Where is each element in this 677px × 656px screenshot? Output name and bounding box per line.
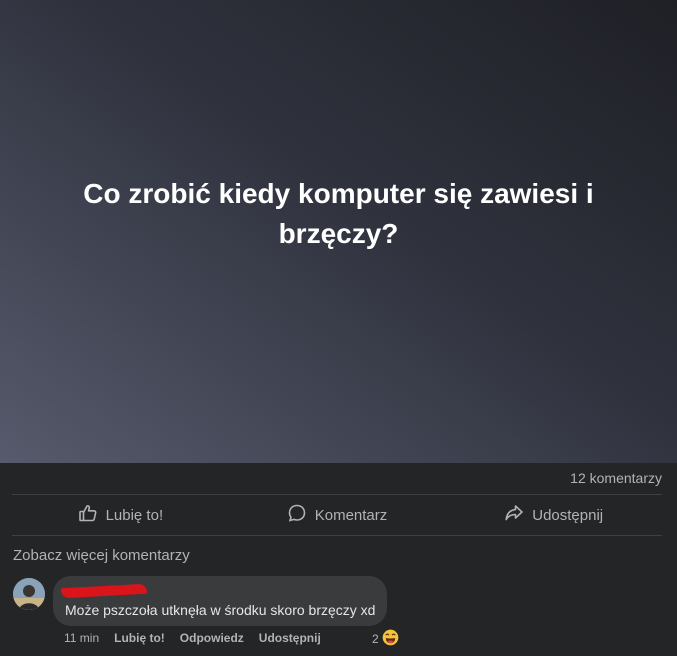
comment-button[interactable]: Komentarz — [229, 503, 446, 527]
redaction-mark — [60, 583, 148, 599]
share-arrow-icon — [504, 503, 524, 527]
post-text: Co zrobić kiedy komputer się zawiesi i b… — [83, 177, 594, 249]
comment-author[interactable] — [60, 583, 148, 600]
reaction-count: 2 — [372, 632, 379, 646]
see-more-comments-link[interactable]: Zobacz więcej komentarzy — [13, 547, 190, 564]
laughing-emoji-icon — [380, 628, 400, 650]
share-button[interactable]: Udostępnij — [445, 503, 662, 527]
post-background: Co zrobić kiedy komputer się zawiesi i b… — [0, 0, 677, 463]
comment-count[interactable]: 12 komentarzy — [570, 470, 662, 486]
avatar[interactable] — [13, 578, 45, 610]
comment-text: Może pszczoła utknęła w środku skoro brz… — [65, 602, 376, 618]
comment-timestamp[interactable]: 11 min — [64, 631, 99, 645]
action-bar: Lubię to! Komentarz Udostępnij — [12, 495, 662, 535]
comment-bubble: Może pszczoła utknęła w środku skoro brz… — [53, 576, 388, 626]
comment-share-link[interactable]: Udostępnij — [259, 631, 321, 645]
divider — [12, 535, 662, 536]
comment-like-link[interactable]: Lubię to! — [114, 631, 165, 645]
like-button[interactable]: Lubię to! — [12, 503, 229, 527]
speech-bubble-icon — [287, 503, 307, 527]
share-label: Udostępnij — [532, 506, 604, 524]
comment-reactions[interactable]: 2 — [372, 628, 400, 650]
thumbs-up-icon — [78, 503, 98, 527]
like-label: Lubię to! — [105, 506, 164, 524]
comment-reply-link[interactable]: Odpowiedz — [180, 631, 244, 645]
comment-actions: 11 min Lubię to! Odpowiedz Udostępnij — [64, 631, 321, 645]
comment-label: Komentarz — [314, 506, 388, 524]
